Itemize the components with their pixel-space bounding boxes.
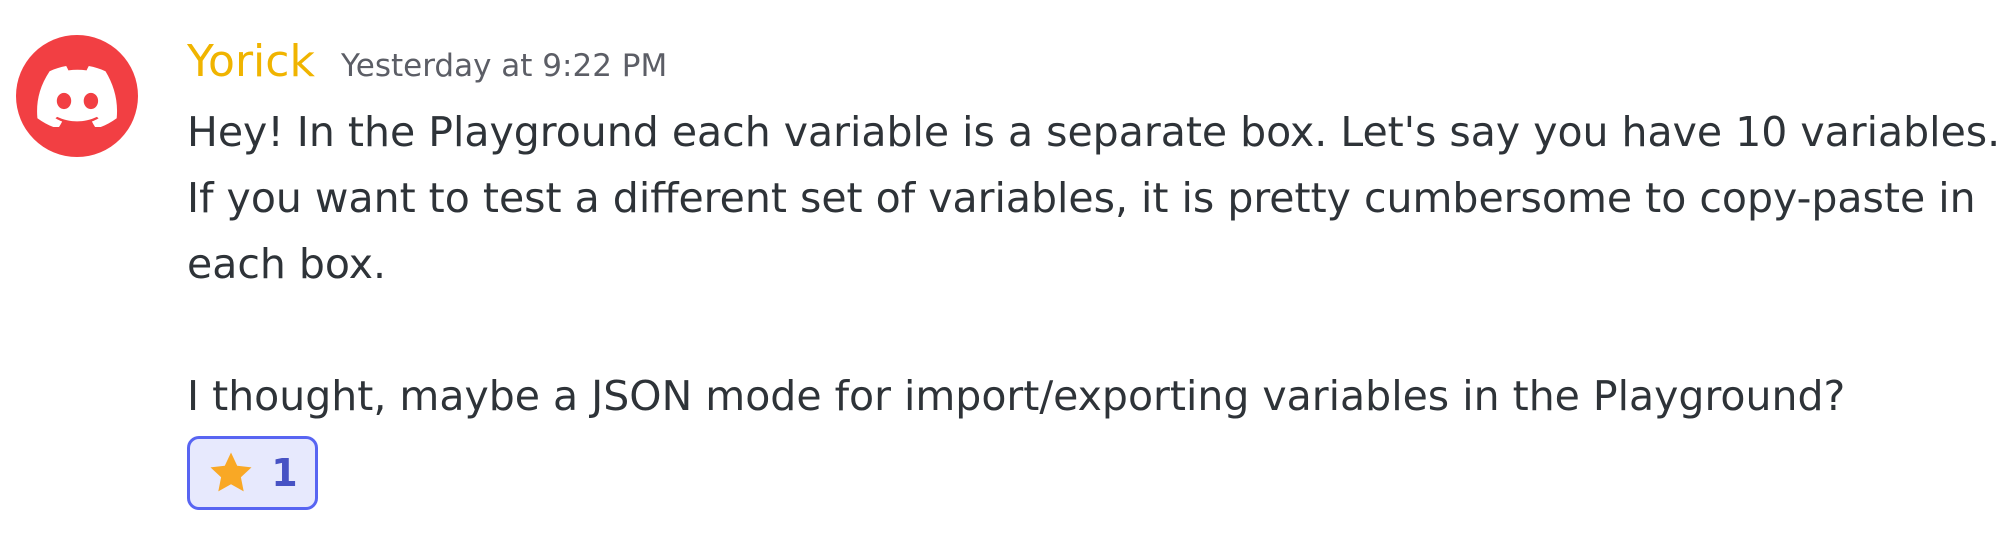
chat-message: Yorick Yesterday at 9:22 PM Hey! In the … <box>0 0 2000 548</box>
author-name[interactable]: Yorick <box>187 32 315 92</box>
reaction-bar: 1 <box>187 436 318 510</box>
reaction-count: 1 <box>271 451 298 495</box>
message-timestamp: Yesterday at 9:22 PM <box>340 48 668 84</box>
message-line: each box. <box>187 240 387 288</box>
star-icon <box>210 452 252 492</box>
discord-logo-icon <box>37 66 118 127</box>
paragraph-break <box>187 297 1977 363</box>
avatar[interactable] <box>16 35 138 157</box>
message-header: Yorick Yesterday at 9:22 PM <box>187 32 667 92</box>
message-line: Hey! In the Playground each variable is … <box>187 108 2000 156</box>
reaction-star[interactable]: 1 <box>187 436 318 510</box>
message-line: If you want to test a different set of v… <box>187 174 1976 222</box>
message-content: Hey! In the Playground each variable is … <box>187 99 2000 429</box>
message-line: I thought, maybe a JSON mode for import/… <box>187 372 1846 420</box>
